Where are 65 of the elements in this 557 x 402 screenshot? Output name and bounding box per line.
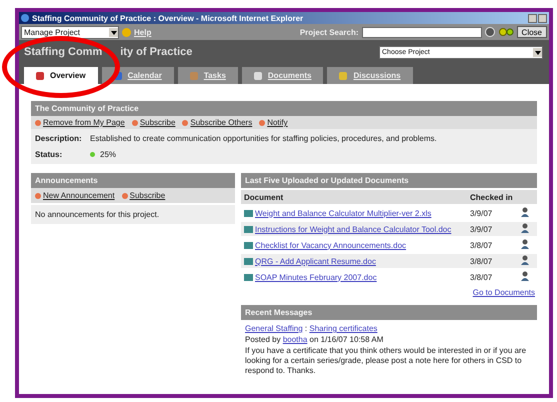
go-icon[interactable] [484,27,495,37]
dropdown-arrow-icon [109,28,118,36]
forum-link[interactable]: General Staffing [245,324,303,333]
column-header: Document [241,190,467,204]
date-cell-text: 3/9/07 [469,208,494,220]
status-dot [90,152,95,157]
tab-icon [36,72,44,80]
separator-text: : [304,324,308,333]
posted-by-text: Posted by [245,335,281,344]
project-menu-dropdown[interactable]: Manage Project [21,26,119,38]
description-label: Description: [35,134,83,143]
description-text: Established to create communication opportunities for staffing policies, procedures, and problems. [90,134,437,143]
section-header: Last Five Uploaded or Updated Documents [241,173,537,188]
tab[interactable]: Overview [24,67,98,84]
posted-date-text: on 1/16/07 10:58 AM [310,335,384,344]
message-text: If you have a certificate that you think others would be interested in or if you are looking for a certain series/grade, please post a note here for others in CSD to respond to. Thanks. [245,346,528,376]
user-icon[interactable] [520,207,530,217]
action-link[interactable]: Subscribe [132,118,176,127]
date-cell: 3/8/07 [467,254,517,268]
status-value: 25% [100,150,116,159]
action-link[interactable]: Subscribe [122,191,166,200]
browser-icon [21,14,29,22]
help-icon [122,28,131,36]
project-search-field[interactable] [362,26,482,38]
topic-link[interactable]: Sharing certificates [309,324,378,333]
minimize-button[interactable] [528,14,537,22]
empty-message: No announcements for this project. [31,205,235,224]
user-icon[interactable] [520,271,530,281]
user-icon[interactable] [520,255,530,265]
tab-icon [339,72,348,80]
close-button[interactable]: Close [516,26,547,38]
status-label: Status: [35,150,64,159]
section-header: Recent Messages [241,305,537,320]
section-header: The Community of Practice [31,101,537,116]
date-cell-text: 3/8/07 [469,240,494,252]
tab-icon [254,72,262,80]
action-icon [122,192,128,198]
action-icon [132,120,138,126]
document-link[interactable]: Checklist for Vacancy Announcements.doc [255,240,406,250]
author-link[interactable]: bootha [282,335,308,344]
document-link[interactable]: Weight and Balance Calculator Multiplier-ver 2.xls [255,208,432,218]
user-icon[interactable] [520,223,530,233]
project-title: ity of Practice [120,46,192,58]
date-cell: 3/9/07 [467,222,517,236]
action-link[interactable]: New Announcement [35,191,115,200]
user-icon[interactable] [520,239,530,249]
action-icon [182,120,188,126]
column-header: Checked in [467,190,517,204]
go-to-documents-link[interactable]: Go to Documents [472,288,535,297]
search-icon[interactable] [498,27,514,37]
search-label: Project Search: [300,28,359,36]
action-icon [259,120,266,126]
project-title: Staffing Comm [24,46,102,58]
action-icon [35,192,41,198]
section-header: Announcements [31,173,235,188]
document-link[interactable]: SOAP Minutes February 2007.doc [255,272,377,282]
date-cell-text: 3/8/07 [469,272,494,284]
window-title: Staffing Community of Practice : Overview - Microsoft Internet Explorer [32,14,304,22]
action-link[interactable]: Notify [259,118,288,127]
action-link[interactable]: Subscribe Others [182,118,252,127]
action-icon [35,120,41,126]
restore-button[interactable] [538,14,547,22]
tab-icon [190,72,198,80]
dropdown-arrow-icon [533,48,542,56]
action-link[interactable]: Remove from My Page [35,118,125,127]
